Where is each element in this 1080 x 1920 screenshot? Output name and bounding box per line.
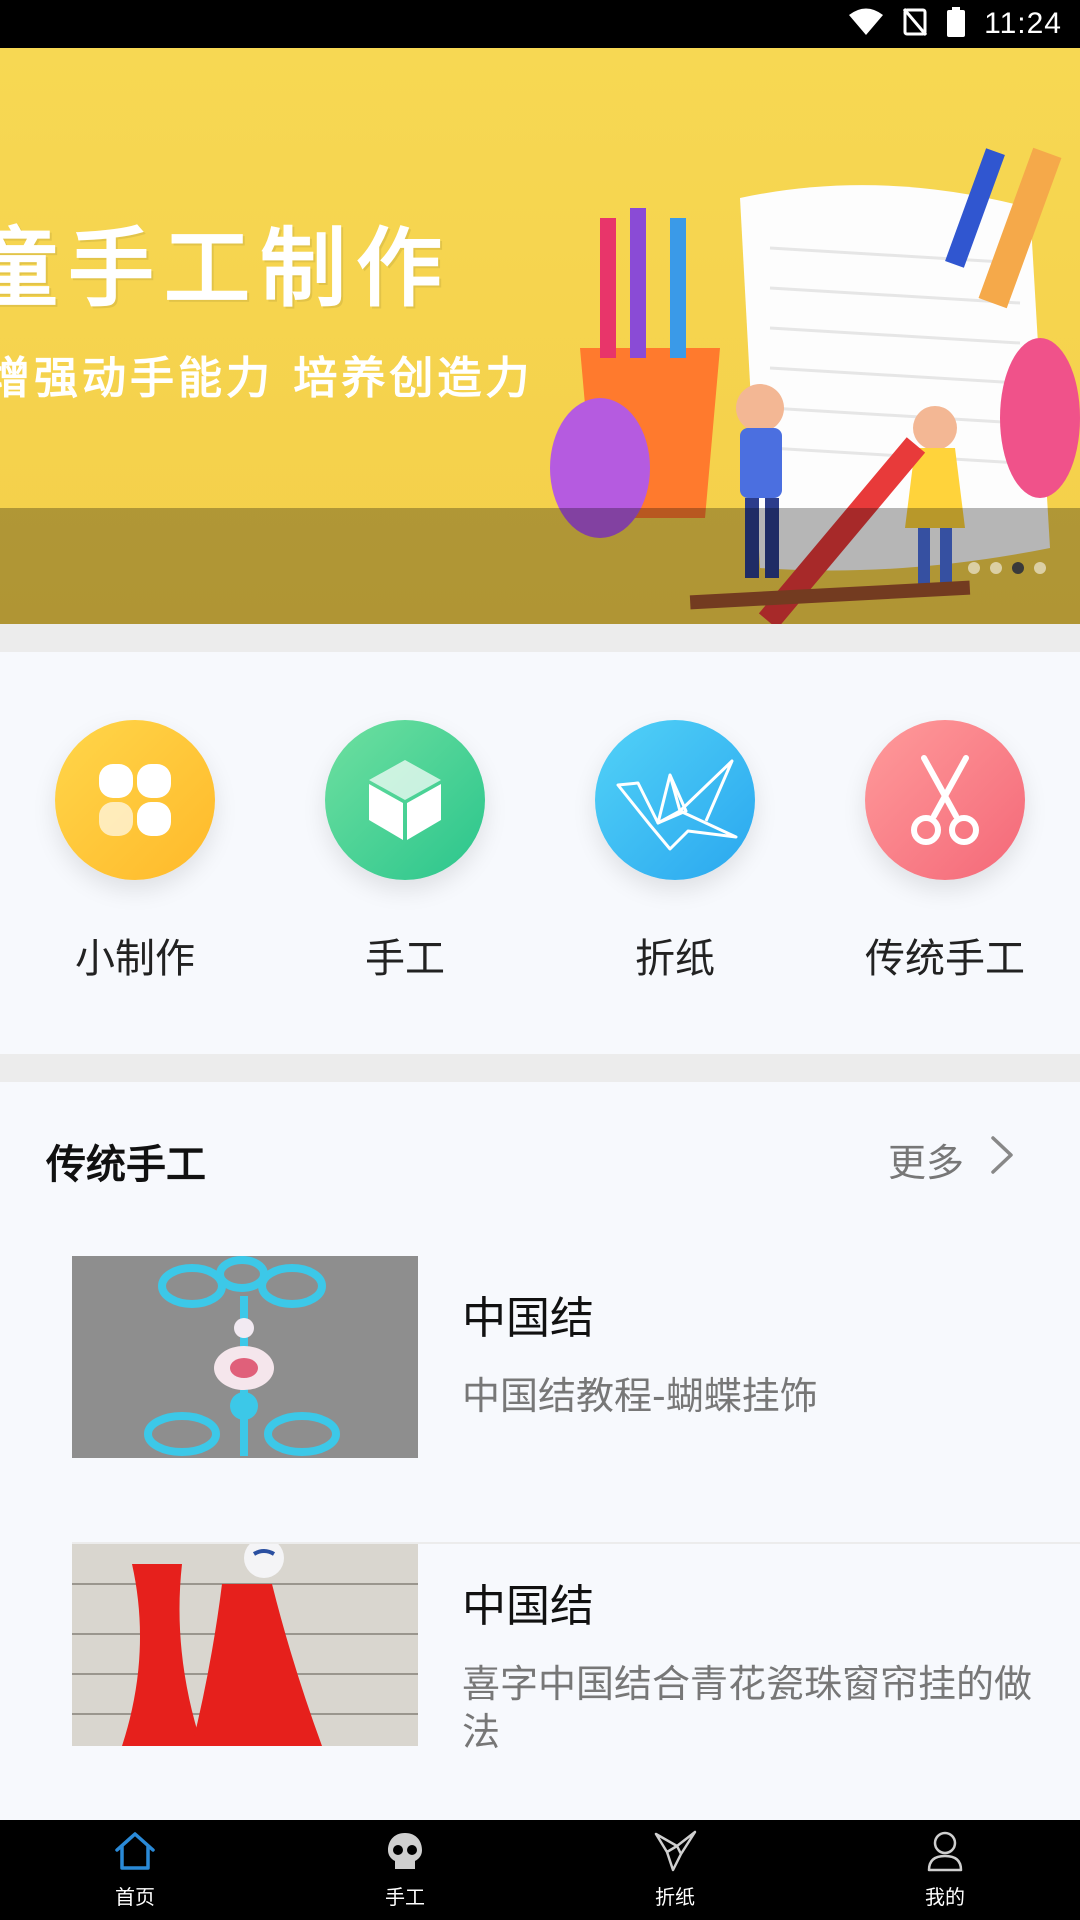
item-description: 喜字中国结合青花瓷珠窗帘挂的做法 [462, 1662, 1033, 1754]
nav-mine[interactable]: 我的 [810, 1820, 1080, 1920]
category-label: 手工 [365, 936, 445, 982]
page-dot [990, 562, 1002, 574]
page-dot-active [1012, 562, 1024, 574]
banner-subtitle: 增强动手能力 培养创造力 [0, 353, 534, 404]
cube-icon [325, 720, 485, 880]
paper-crane-icon [595, 720, 755, 880]
category-origami[interactable]: 折纸 [565, 720, 785, 984]
nav-handcraft[interactable]: 手工 [270, 1820, 540, 1920]
nav-home[interactable]: 首页 [0, 1820, 270, 1920]
banner-title: 童手工制作 [0, 218, 452, 319]
category-label: 折纸 [635, 936, 715, 982]
nav-label: 首页 [115, 1885, 155, 1909]
item-description: 中国结教程-蝴蝶挂饰 [462, 1374, 818, 1418]
banner-carousel[interactable]: 童手工制作 增强动手能力 培养创造力 [0, 48, 1080, 624]
status-time: 11:24 [984, 7, 1062, 40]
page-dot [1034, 562, 1046, 574]
section-divider [0, 1054, 1080, 1082]
nav-origami[interactable]: 折纸 [540, 1820, 810, 1920]
nav-label: 手工 [385, 1885, 425, 1909]
item-title: 中国结 [462, 1581, 594, 1632]
category-small-craft[interactable]: 小制作 [25, 720, 245, 984]
wifi-icon [848, 8, 884, 40]
origami-icon [653, 1830, 697, 1877]
category-handcraft[interactable]: 手工 [295, 720, 515, 984]
list-item[interactable]: 中国结 喜字中国结合青花瓷珠窗帘挂的做法 [72, 1544, 1080, 1832]
battery-icon [946, 7, 966, 41]
scissors-icon [865, 720, 1025, 880]
item-title: 中国结 [462, 1293, 594, 1344]
nav-label: 折纸 [655, 1885, 695, 1909]
traditional-craft-section: 传统手工 更多 中国结 中国结教程-蝴蝶挂饰 中国结 喜字中国结合青花瓷珠窗帘挂… [0, 1082, 1080, 1832]
list-item[interactable]: 中国结 中国结教程-蝴蝶挂饰 [72, 1256, 1080, 1544]
category-label: 小制作 [75, 936, 195, 982]
category-grid: 小制作 手工 折纸 传统手工 [0, 652, 1080, 1054]
status-bar: 11:24 [0, 0, 1080, 48]
category-label: 传统手工 [865, 936, 1025, 982]
home-icon [113, 1830, 157, 1877]
category-traditional[interactable]: 传统手工 [835, 720, 1055, 984]
chevron-right-icon [990, 1135, 1014, 1184]
section-title: 传统手工 [46, 1142, 206, 1188]
no-signal-icon [902, 7, 928, 41]
four-petal-icon [55, 720, 215, 880]
section-divider [0, 624, 1080, 652]
page-indicator [968, 562, 1046, 574]
more-label: 更多 [887, 1141, 964, 1185]
more-link[interactable]: 更多 [888, 1132, 1014, 1187]
page-dot [968, 562, 980, 574]
nav-label: 我的 [925, 1885, 965, 1909]
bottom-nav: 首页 手工 折纸 我的 [0, 1820, 1080, 1920]
skull-icon [385, 1830, 425, 1877]
user-icon [925, 1830, 965, 1877]
item-thumbnail [72, 1544, 418, 1746]
banner-overlay [0, 508, 1080, 624]
item-thumbnail [72, 1256, 418, 1458]
